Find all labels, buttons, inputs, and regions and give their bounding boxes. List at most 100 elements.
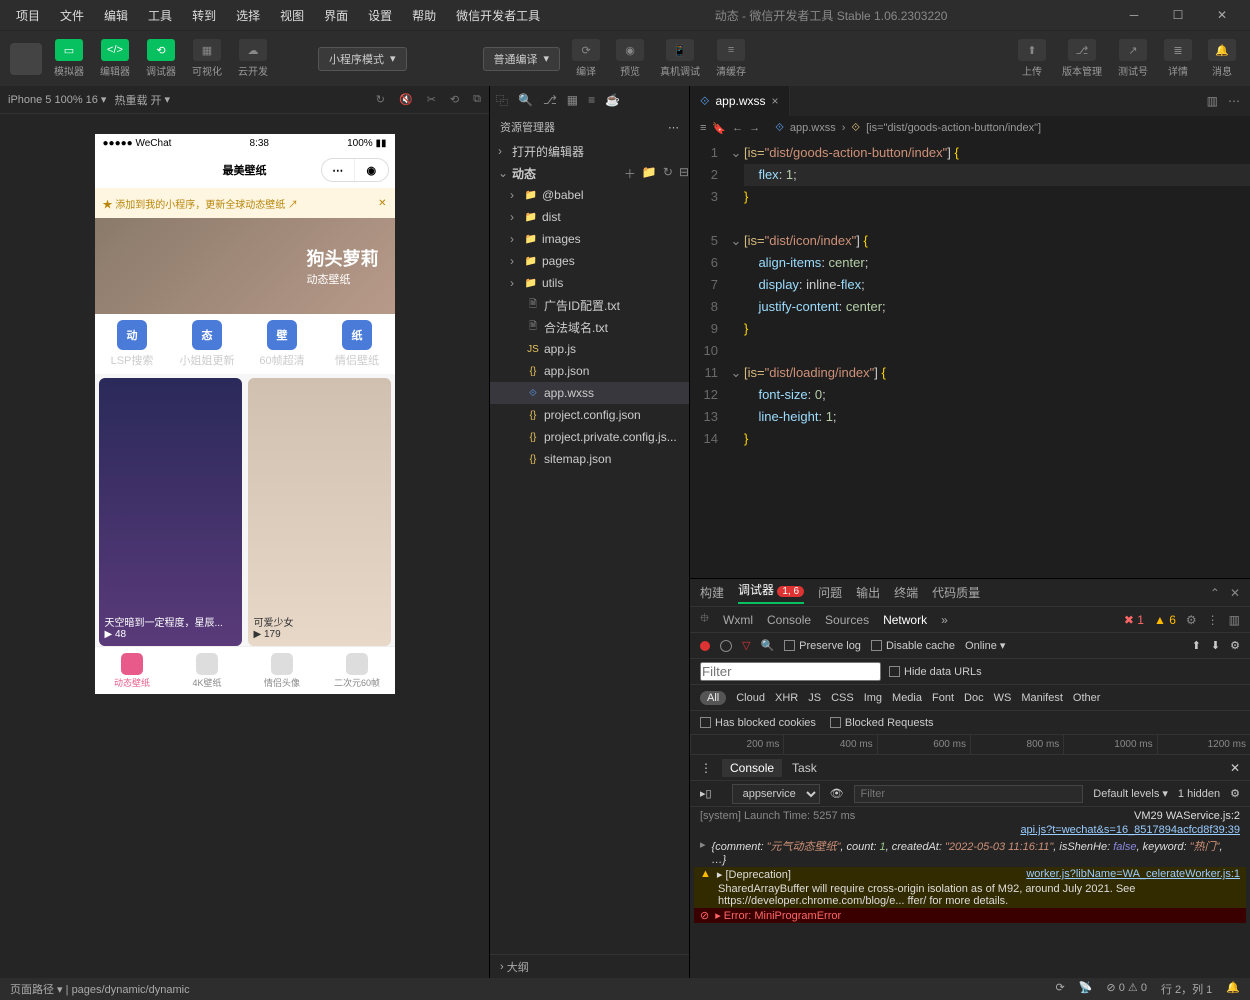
- tab-output[interactable]: 输出: [856, 584, 880, 601]
- cut-icon[interactable]: ✂: [427, 93, 436, 106]
- tree-folder[interactable]: ›📁utils: [490, 272, 689, 294]
- inspect-icon[interactable]: ⯐: [700, 609, 709, 630]
- tab-debugger[interactable]: 调试器 1, 6: [738, 581, 804, 604]
- type-media[interactable]: Media: [892, 692, 922, 704]
- tab-build[interactable]: 构建: [700, 584, 724, 601]
- version-button[interactable]: ⎇版本管理: [1058, 37, 1106, 80]
- ext-icon[interactable]: ▦: [567, 93, 578, 107]
- type-cloud[interactable]: Cloud: [736, 692, 765, 704]
- type-img[interactable]: Img: [864, 692, 882, 704]
- record-icon[interactable]: [700, 641, 710, 651]
- subtab-console[interactable]: Console: [767, 613, 811, 627]
- gear-icon[interactable]: ⚙: [1230, 787, 1240, 800]
- tab-anime[interactable]: 二次元60帧: [320, 647, 395, 694]
- files-icon[interactable]: ⿻: [496, 92, 508, 109]
- type-ws[interactable]: WS: [994, 692, 1012, 704]
- more-icon[interactable]: ⋯: [1228, 94, 1240, 108]
- bookmark-icon[interactable]: ≡: [700, 122, 706, 134]
- more-tabs-icon[interactable]: »: [941, 613, 948, 627]
- maximize-icon[interactable]: ☐: [1158, 5, 1198, 25]
- git-icon[interactable]: ⎇: [543, 93, 557, 107]
- broadcast-icon[interactable]: 📡: [1079, 981, 1093, 997]
- eye-icon[interactable]: 👁: [830, 787, 844, 800]
- open-editors-section[interactable]: ›打开的编辑器: [490, 140, 689, 162]
- detach-icon[interactable]: ⧉: [473, 93, 481, 106]
- compile-select[interactable]: 普通编译▾: [483, 47, 561, 71]
- filter-icon[interactable]: ▽: [742, 639, 750, 652]
- tree-folder[interactable]: ›📁dist: [490, 206, 689, 228]
- close-icon[interactable]: ✕: [378, 198, 386, 209]
- network-timeline[interactable]: 200 ms400 ms600 ms 800 ms1000 ms1200 ms: [690, 735, 1250, 755]
- tab-dynamic[interactable]: 动态壁纸: [95, 647, 170, 694]
- upload-button[interactable]: ⬆上传: [1014, 37, 1050, 80]
- tree-file[interactable]: {}project.config.json: [490, 404, 689, 426]
- breadcrumb[interactable]: ≡ 🔖 ← → ⟐app.wxss › ⟐ [is="dist/goods-ac…: [690, 116, 1250, 140]
- close-icon[interactable]: ✕: [1230, 586, 1240, 600]
- console-output[interactable]: [system] Launch Time: 5257 msVM29 WAServ…: [690, 807, 1250, 978]
- menu-icon[interactable]: ⋮: [700, 761, 712, 775]
- type-doc[interactable]: Doc: [964, 692, 984, 704]
- throttle-select[interactable]: Online ▾: [965, 639, 1005, 652]
- type-manifest[interactable]: Manifest: [1021, 692, 1063, 704]
- search-icon[interactable]: 🔍: [518, 93, 533, 107]
- menu-file[interactable]: 文件: [52, 3, 92, 28]
- menu-project[interactable]: 项目: [8, 3, 48, 28]
- mute-icon[interactable]: 🔇: [399, 93, 413, 106]
- cat-60fps[interactable]: 壁60帧超清: [245, 314, 320, 374]
- menu-goto[interactable]: 转到: [184, 3, 224, 28]
- levels-select[interactable]: Default levels ▾: [1093, 787, 1168, 800]
- new-folder-icon[interactable]: 📁: [642, 165, 657, 182]
- banner[interactable]: ★ 添加到我的小程序，更新全球动态壁纸 ↗✕: [95, 188, 395, 218]
- tab-4k[interactable]: 4K壁纸: [170, 647, 245, 694]
- collapse-icon[interactable]: ⊟: [679, 165, 689, 182]
- menu-icon[interactable]: ⋮: [1207, 613, 1219, 627]
- editor-tab[interactable]: ⟐app.wxss×: [690, 86, 790, 116]
- cat-lsp[interactable]: 动LSP搜索: [95, 314, 170, 374]
- subtab-network[interactable]: Network: [883, 613, 927, 627]
- wallpaper-card[interactable]: 天空暗到一定程度，星辰...▶ 48: [99, 378, 242, 646]
- tab-quality[interactable]: 代码质量: [932, 584, 980, 601]
- clear-cache-button[interactable]: ≡清缓存: [712, 37, 750, 80]
- outline-section[interactable]: › 大纲: [490, 954, 689, 978]
- menu-help[interactable]: 帮助: [404, 3, 444, 28]
- cloud-button[interactable]: ☁云开发: [234, 37, 272, 80]
- tree-file[interactable]: JSapp.js: [490, 338, 689, 360]
- type-font[interactable]: Font: [932, 692, 954, 704]
- chevron-up-icon[interactable]: ⌃: [1210, 586, 1220, 600]
- compile-button[interactable]: ⟳编译: [568, 37, 604, 80]
- tree-folder[interactable]: ›📁@babel: [490, 184, 689, 206]
- refresh-icon[interactable]: ↻: [376, 93, 385, 106]
- filter-input[interactable]: [700, 662, 881, 681]
- tab-problems[interactable]: 问题: [818, 584, 842, 601]
- tree-folder[interactable]: ›📁pages: [490, 250, 689, 272]
- tree-file[interactable]: 🗎合法域名.txt: [490, 316, 689, 338]
- forward-icon[interactable]: →: [749, 122, 760, 134]
- menu-tools[interactable]: 工具: [140, 3, 180, 28]
- minimize-icon[interactable]: ─: [1114, 5, 1154, 25]
- tree-file[interactable]: 🗎广告ID配置.txt: [490, 294, 689, 316]
- tree-file[interactable]: {}project.private.config.js...: [490, 426, 689, 448]
- context-select[interactable]: appservice: [732, 784, 820, 804]
- mode-select[interactable]: 小程序模式▾: [318, 47, 407, 71]
- type-js[interactable]: JS: [808, 692, 821, 704]
- dock-icon[interactable]: ▥: [1229, 613, 1240, 627]
- menu-wxdev[interactable]: 微信开发者工具: [448, 3, 548, 28]
- refresh-icon[interactable]: ↻: [663, 165, 673, 182]
- error-count[interactable]: ⊘ 0 ⚠ 0: [1106, 981, 1147, 997]
- subtab-sources[interactable]: Sources: [825, 613, 869, 627]
- more-icon[interactable]: ☕: [605, 93, 620, 107]
- gear-icon[interactable]: ⚙: [1230, 639, 1240, 652]
- rotate-icon[interactable]: ⟲: [450, 93, 459, 106]
- tab-terminal[interactable]: 终端: [894, 584, 918, 601]
- device-select[interactable]: iPhone 5 100% 16 ▾: [8, 93, 106, 106]
- clear-icon[interactable]: [720, 640, 732, 652]
- gear-icon[interactable]: ⚙: [1186, 613, 1197, 627]
- console-filter[interactable]: [854, 785, 1084, 803]
- wallpaper-card[interactable]: 可爱少女▶ 179: [248, 378, 391, 646]
- simulator-button[interactable]: ▭模拟器: [50, 37, 88, 80]
- split-icon[interactable]: ▥: [1207, 94, 1218, 108]
- capsule-button[interactable]: ⋯◉: [321, 158, 389, 182]
- tree-file[interactable]: {}sitemap.json: [490, 448, 689, 470]
- type-xhr[interactable]: XHR: [775, 692, 798, 704]
- preview-button[interactable]: ◉预览: [612, 37, 648, 80]
